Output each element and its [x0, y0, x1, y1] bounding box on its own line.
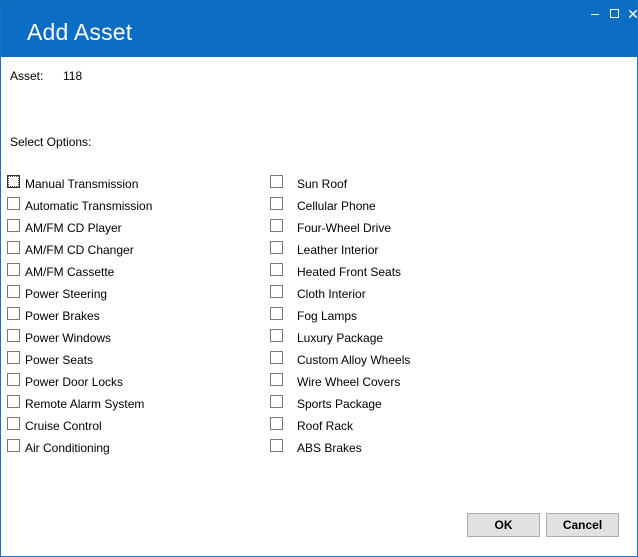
title-bar[interactable]: Add Asset ✕: [1, 1, 638, 57]
option-label: Cruise Control: [25, 419, 102, 433]
checkbox[interactable]: [270, 241, 283, 254]
option-label: Power Seats: [25, 353, 94, 367]
checkbox[interactable]: [7, 263, 20, 276]
option-label: Power Windows: [25, 331, 112, 345]
checkbox[interactable]: [270, 439, 283, 452]
option-label: Air Conditioning: [25, 441, 110, 455]
cancel-button[interactable]: Cancel: [546, 513, 619, 537]
option-label: Cellular Phone: [297, 199, 376, 213]
checkbox[interactable]: [7, 395, 20, 408]
checkbox[interactable]: [7, 439, 20, 452]
select-options-label: Select Options:: [10, 135, 92, 149]
checkbox[interactable]: [270, 219, 283, 232]
option-label: Four-Wheel Drive: [297, 221, 392, 235]
checkbox[interactable]: [7, 219, 20, 232]
checkbox[interactable]: [7, 241, 20, 254]
checkbox[interactable]: [7, 417, 20, 430]
option-label: Power Brakes: [25, 309, 100, 323]
maximize-icon[interactable]: [605, 5, 625, 23]
checkbox[interactable]: [7, 329, 20, 342]
add-asset-dialog: Add Asset ✕ Asset: 118 Select Options: M…: [0, 0, 638, 557]
minimize-icon[interactable]: [586, 5, 606, 23]
checkbox[interactable]: [270, 351, 283, 364]
option-label: Manual Transmission: [25, 177, 139, 191]
checkbox[interactable]: [270, 395, 283, 408]
checkbox[interactable]: [7, 197, 20, 210]
option-label: Remote Alarm System: [25, 397, 145, 411]
option-label: Fog Lamps: [297, 309, 358, 323]
checkbox[interactable]: [7, 285, 20, 298]
checkbox[interactable]: [7, 351, 20, 364]
checkbox[interactable]: [270, 285, 283, 298]
checkbox[interactable]: [270, 417, 283, 430]
checkbox[interactable]: [7, 307, 20, 320]
option-label: Heated Front Seats: [297, 265, 402, 279]
option-label: AM/FM CD Changer: [25, 243, 134, 257]
asset-label: Asset:: [10, 69, 44, 83]
option-label: Wire Wheel Covers: [297, 375, 401, 389]
option-label: Automatic Transmission: [25, 199, 153, 213]
option-label: Power Steering: [25, 287, 108, 301]
close-icon[interactable]: ✕: [623, 5, 638, 23]
ok-button[interactable]: OK: [467, 513, 540, 537]
option-label: Sun Roof: [297, 177, 348, 191]
checkbox[interactable]: [270, 175, 283, 188]
option-label: AM/FM CD Player: [25, 221, 122, 235]
option-label: Sports Package: [297, 397, 382, 411]
checkbox[interactable]: [270, 197, 283, 210]
option-label: ABS Brakes: [297, 441, 362, 455]
option-label: AM/FM Cassette: [25, 265, 115, 279]
checkbox[interactable]: [7, 175, 20, 188]
option-label: Power Door Locks: [25, 375, 124, 389]
checkbox[interactable]: [270, 373, 283, 386]
asset-value: 118: [63, 69, 83, 83]
dialog-title: Add Asset: [27, 19, 133, 45]
option-label: Custom Alloy Wheels: [297, 353, 411, 367]
option-label: Leather Interior: [297, 243, 379, 257]
checkbox[interactable]: [270, 263, 283, 276]
checkbox[interactable]: [270, 307, 283, 320]
checkbox[interactable]: [7, 373, 20, 386]
option-label: Luxury Package: [297, 331, 384, 345]
checkbox[interactable]: [270, 329, 283, 342]
option-label: Cloth Interior: [297, 287, 366, 301]
option-label: Roof Rack: [297, 419, 354, 433]
